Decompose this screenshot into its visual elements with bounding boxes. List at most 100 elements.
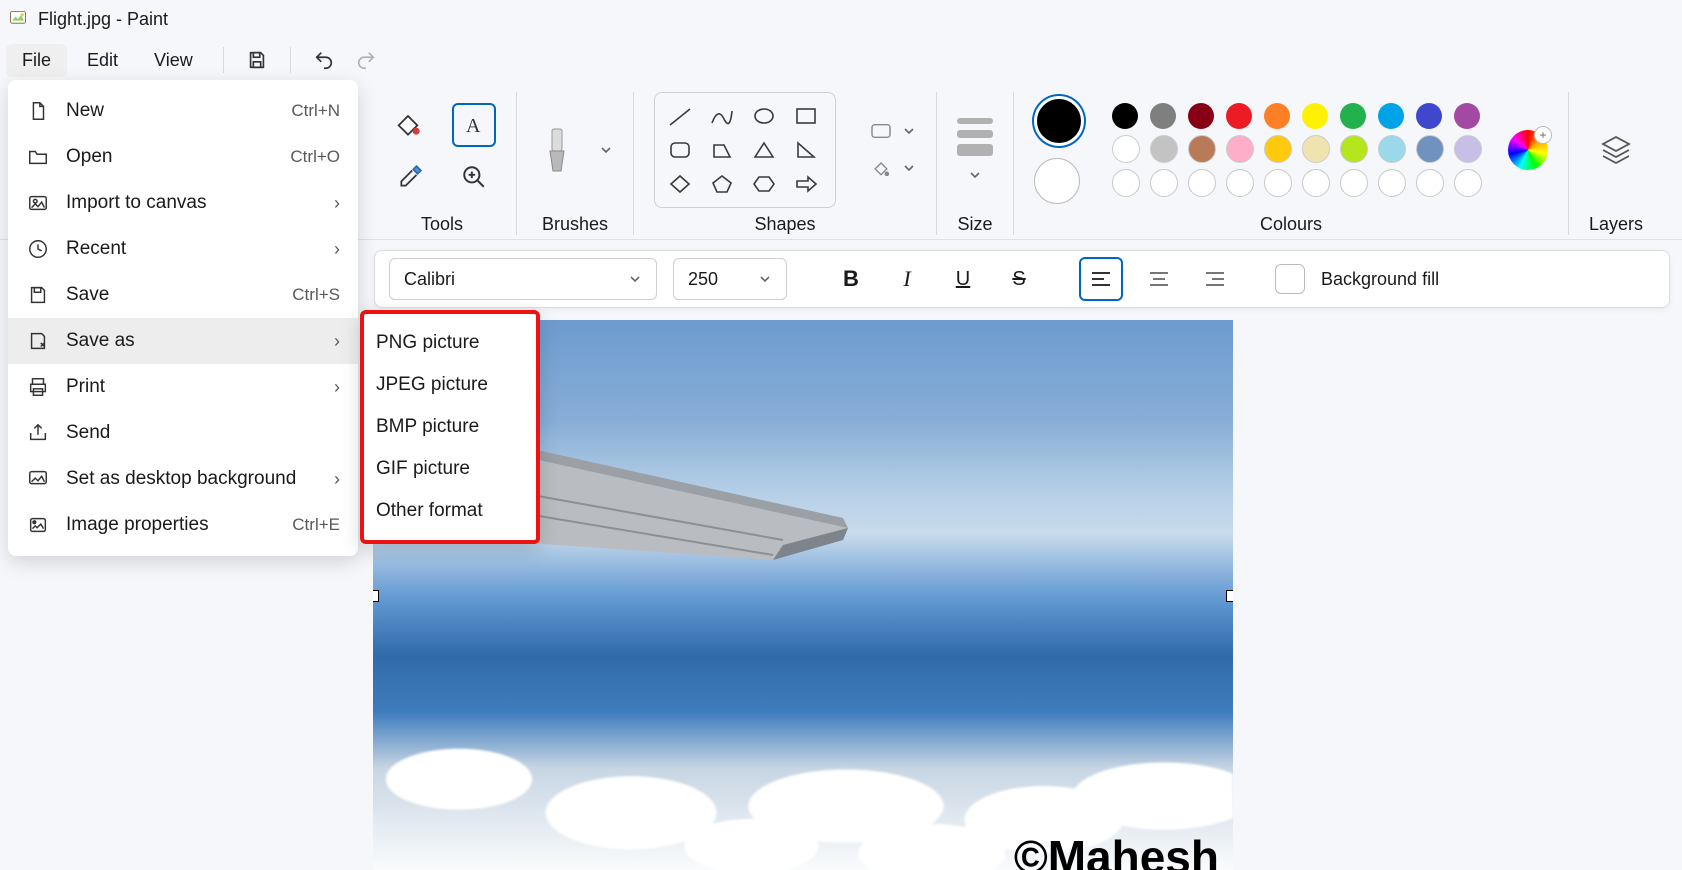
shape-roundrect [665, 137, 695, 163]
color-swatch-empty[interactable] [1188, 169, 1216, 197]
color-swatch-empty[interactable] [1302, 169, 1330, 197]
saveas-other[interactable]: Other format [376, 490, 524, 532]
save-button[interactable] [238, 43, 276, 77]
color-picker-tool[interactable] [390, 157, 430, 197]
menu-item-properties[interactable]: Image properties Ctrl+E [8, 502, 358, 548]
edit-colors-button[interactable]: + [1508, 130, 1548, 170]
align-center-button[interactable] [1139, 259, 1179, 299]
align-left-button[interactable] [1079, 257, 1123, 301]
color-swatch-empty[interactable] [1416, 169, 1444, 197]
import-icon [26, 191, 50, 215]
size-label: Size [957, 214, 992, 235]
shape-oval [749, 103, 779, 129]
title-bar: Flight.jpg - Paint [0, 0, 1682, 38]
color-1[interactable] [1034, 96, 1084, 146]
shape-outline-dropdown[interactable] [870, 122, 916, 140]
color-swatch[interactable] [1112, 135, 1140, 163]
watermark-text: ©Mahesh [1014, 830, 1219, 870]
align-right-button[interactable] [1195, 259, 1235, 299]
color-palette[interactable] [1112, 103, 1486, 197]
saveas-jpeg[interactable]: JPEG picture [376, 364, 524, 406]
color-swatch-empty[interactable] [1112, 169, 1140, 197]
menu-item-recent[interactable]: Recent › [8, 226, 358, 272]
layers-button[interactable] [1599, 133, 1633, 167]
menu-file[interactable]: File [6, 44, 67, 77]
group-brushes: Brushes [516, 92, 633, 235]
menu-item-open[interactable]: Open Ctrl+O [8, 134, 358, 180]
fill-tool[interactable] [388, 103, 428, 143]
color-swatch[interactable] [1340, 135, 1368, 163]
saveas-submenu: PNG picture JPEG picture BMP picture GIF… [360, 310, 540, 544]
shape-right-triangle [791, 137, 821, 163]
menu-item-print[interactable]: Print › [8, 364, 358, 410]
window-title: Flight.jpg - Paint [38, 9, 168, 30]
color-swatch[interactable] [1454, 135, 1482, 163]
brushes-label: Brushes [542, 214, 608, 235]
color-swatch[interactable] [1416, 135, 1444, 163]
colours-label: Colours [1260, 214, 1322, 235]
color-swatch[interactable] [1416, 103, 1442, 129]
color-swatch[interactable] [1150, 135, 1178, 163]
menu-item-saveas[interactable]: Save as › [8, 318, 358, 364]
brush-dropdown[interactable] [599, 143, 613, 157]
color-swatch[interactable] [1302, 135, 1330, 163]
undo-button[interactable] [305, 43, 343, 77]
saveas-gif[interactable]: GIF picture [376, 448, 524, 490]
color-swatch-empty[interactable] [1150, 169, 1178, 197]
saveas-png[interactable]: PNG picture [376, 322, 524, 364]
size-dropdown[interactable] [957, 118, 993, 182]
color-swatch-empty[interactable] [1226, 169, 1254, 197]
menu-item-new[interactable]: New Ctrl+N [8, 88, 358, 134]
color-swatch[interactable] [1378, 135, 1406, 163]
color-swatch-empty[interactable] [1340, 169, 1368, 197]
resize-handle-left[interactable] [373, 590, 379, 602]
redo-button[interactable] [347, 43, 385, 77]
layers-label: Layers [1589, 214, 1643, 235]
menu-item-set-background[interactable]: Set as desktop background › [8, 456, 358, 502]
color-swatch[interactable] [1188, 103, 1214, 129]
text-tool[interactable]: A [452, 103, 496, 147]
color-swatch[interactable] [1226, 135, 1254, 163]
color-swatch[interactable] [1150, 103, 1176, 129]
background-fill-checkbox[interactable] [1275, 264, 1305, 294]
font-combo[interactable]: Calibri [389, 258, 657, 300]
menu-edit[interactable]: Edit [71, 44, 134, 77]
folder-icon [26, 145, 50, 169]
background-fill-label: Background fill [1321, 269, 1439, 290]
resize-handle-right[interactable] [1226, 590, 1233, 602]
font-size: 250 [688, 269, 718, 290]
color-swatch[interactable] [1264, 135, 1292, 163]
shape-fill-dropdown[interactable] [870, 158, 916, 178]
menu-item-save[interactable]: Save Ctrl+S [8, 272, 358, 318]
print-icon [26, 375, 50, 399]
color-swatch-empty[interactable] [1454, 169, 1482, 197]
shape-triangle [749, 137, 779, 163]
color-swatch[interactable] [1340, 103, 1366, 129]
italic-button[interactable]: I [887, 259, 927, 299]
color-swatch[interactable] [1112, 103, 1138, 129]
color-swatch[interactable] [1302, 103, 1328, 129]
separator [223, 47, 224, 73]
color-swatch[interactable] [1226, 103, 1252, 129]
strikethrough-button[interactable]: S [999, 259, 1039, 299]
color-swatch-empty[interactable] [1378, 169, 1406, 197]
shapes-gallery[interactable] [654, 92, 836, 208]
shape-polygon [707, 137, 737, 163]
saveas-bmp[interactable]: BMP picture [376, 406, 524, 448]
font-size-combo[interactable]: 250 [673, 258, 787, 300]
menu-view[interactable]: View [138, 44, 209, 77]
color-swatch[interactable] [1264, 103, 1290, 129]
menu-item-send[interactable]: Send [8, 410, 358, 456]
magnifier-tool[interactable] [454, 157, 494, 197]
saveas-icon [26, 329, 50, 353]
color-2[interactable] [1034, 158, 1080, 204]
underline-button[interactable]: U [943, 259, 983, 299]
shape-line [665, 103, 695, 129]
color-swatch-empty[interactable] [1264, 169, 1292, 197]
color-swatch[interactable] [1454, 103, 1480, 129]
menu-item-import[interactable]: Import to canvas › [8, 180, 358, 226]
brush-tool[interactable] [537, 125, 577, 175]
color-swatch[interactable] [1188, 135, 1216, 163]
color-swatch[interactable] [1378, 103, 1404, 129]
bold-button[interactable]: B [831, 259, 871, 299]
